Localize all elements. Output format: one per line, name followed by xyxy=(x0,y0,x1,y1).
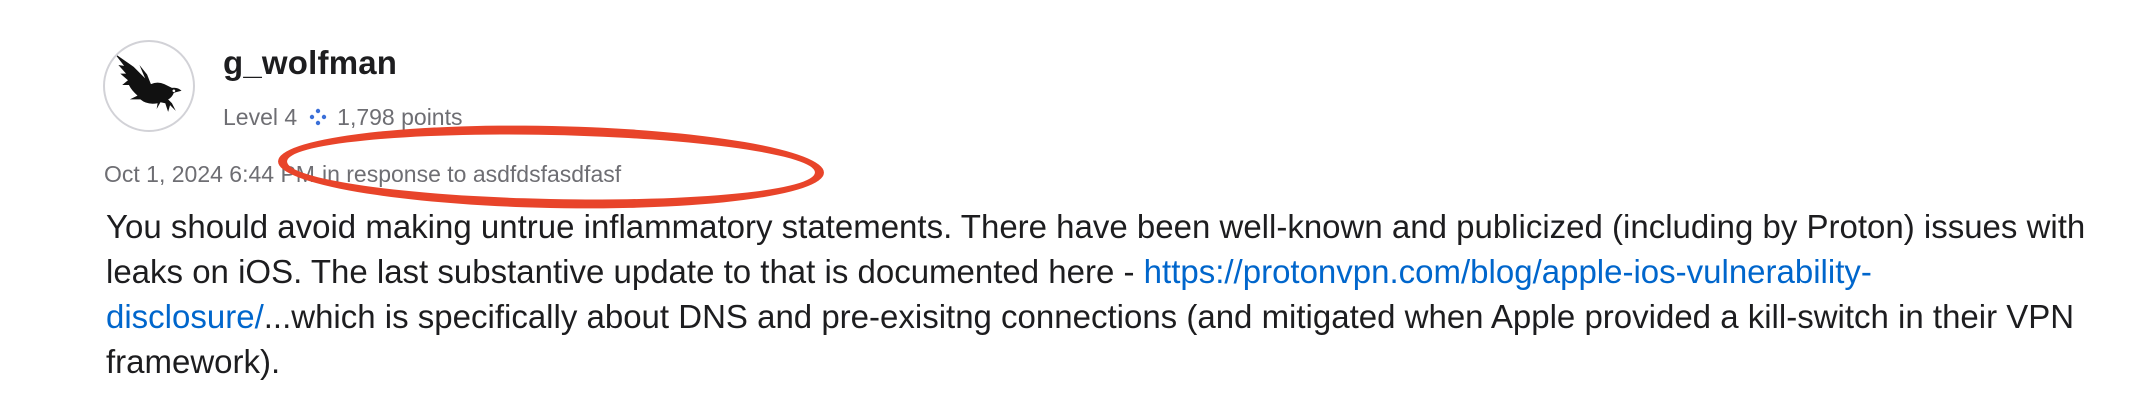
author-meta: Level 4 1,798 points xyxy=(223,102,463,132)
raven-bird-icon xyxy=(114,53,182,112)
post-timestamp: Oct 1, 2024 6:44 PM xyxy=(104,161,315,187)
in-response-to-link[interactable]: in response to asdfdsfasdfasf xyxy=(322,161,621,187)
user-avatar[interactable] xyxy=(103,40,195,132)
author-username[interactable]: g_wolfman xyxy=(223,44,397,82)
sparkle-dots-icon xyxy=(309,108,327,126)
body-text-after-link: ...which is specifically about DNS and p… xyxy=(106,298,2075,380)
community-post: g_wolfman Level 4 1,798 points Oct 1, 20… xyxy=(0,0,2138,406)
author-points: 1,798 points xyxy=(337,103,463,130)
post-body: You should avoid making untrue inflammat… xyxy=(106,204,2096,384)
post-meta: Oct 1, 2024 6:44 PM in response to asdfds… xyxy=(104,161,621,188)
author-level: Level 4 xyxy=(223,103,298,130)
